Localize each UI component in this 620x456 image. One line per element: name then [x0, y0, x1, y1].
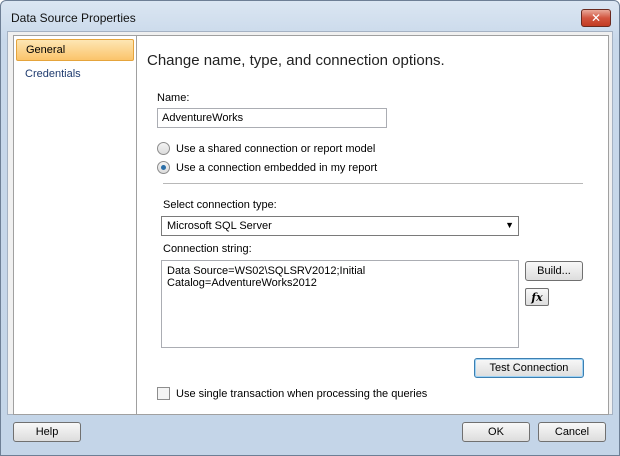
dialog-client: General Credentials Change name, type, a… [7, 31, 613, 415]
single-transaction-row[interactable]: Use single transaction when processing t… [157, 387, 427, 400]
conn-type-label: Select connection type: [163, 199, 277, 211]
close-button[interactable]: ✕ [581, 9, 611, 27]
nav-item-general[interactable]: General [16, 39, 134, 61]
radio-embedded[interactable] [157, 161, 170, 174]
name-label: Name: [157, 92, 190, 104]
cancel-button[interactable]: Cancel [538, 422, 606, 442]
test-connection-button[interactable]: Test Connection [474, 358, 584, 378]
radio-embedded-row[interactable]: Use a connection embedded in my report [157, 161, 377, 174]
nav-item-credentials[interactable]: Credentials [16, 64, 134, 86]
radio-shared-label: Use a shared connection or report model [176, 142, 376, 155]
radio-shared-row[interactable]: Use a shared connection or report model [157, 142, 375, 155]
dialog-window: Data Source Properties ✕ General Credent… [0, 0, 620, 456]
nav-pane: General Credentials [13, 35, 137, 415]
ok-button[interactable]: OK [462, 422, 530, 442]
conn-string-input[interactable]: Data Source=WS02\SQLSRV2012;Initial Cata… [161, 260, 519, 348]
radio-embedded-label: Use a connection embedded in my report [176, 161, 378, 174]
function-icon: fx [531, 290, 543, 304]
expression-button[interactable]: fx [525, 288, 549, 306]
conn-type-value: Microsoft SQL Server [167, 220, 272, 232]
section-divider [163, 183, 583, 184]
close-icon: ✕ [590, 11, 602, 25]
build-button[interactable]: Build... [525, 261, 583, 281]
name-input[interactable]: AdventureWorks [157, 108, 387, 128]
single-transaction-label: Use single transaction when processing t… [176, 387, 428, 400]
page-heading: Change name, type, and connection option… [147, 52, 445, 69]
single-transaction-checkbox[interactable] [157, 387, 170, 400]
chevron-down-icon: ▼ [505, 220, 514, 230]
radio-shared[interactable] [157, 142, 170, 155]
window-title: Data Source Properties [11, 11, 136, 25]
title-bar: Data Source Properties ✕ [1, 1, 619, 31]
conn-type-select[interactable]: Microsoft SQL Server ▼ [161, 216, 519, 236]
general-panel: Change name, type, and connection option… [137, 35, 609, 415]
conn-string-label: Connection string: [163, 243, 252, 255]
help-button[interactable]: Help [13, 422, 81, 442]
